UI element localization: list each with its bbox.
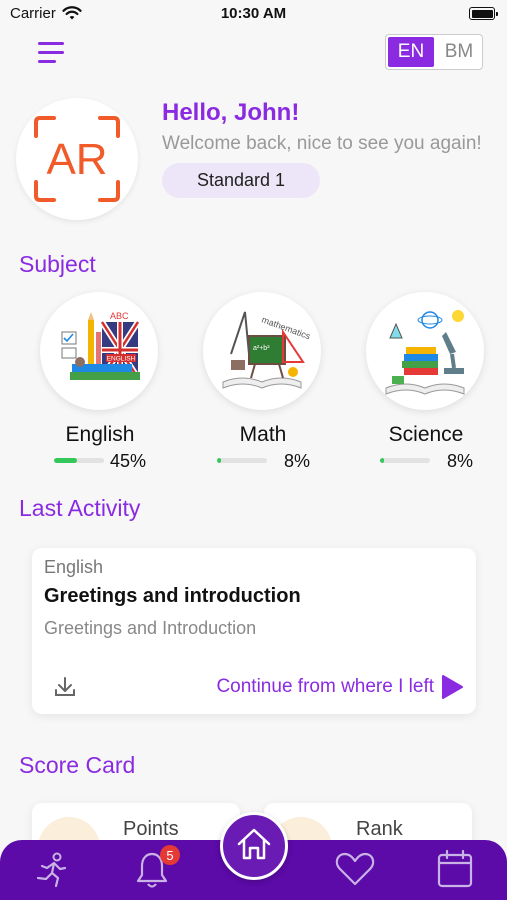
progress-percent: 45% bbox=[110, 451, 147, 471]
progress-percent: 8% bbox=[284, 451, 311, 471]
subject-card-math[interactable]: a²+b² mathematics Math 8% bbox=[183, 292, 343, 472]
progress-fill bbox=[217, 458, 221, 463]
welcome-message: Welcome back, nice to see you again! bbox=[162, 133, 482, 154]
greeting-heading: Hello, John! bbox=[162, 99, 300, 126]
progress-percent: 8% bbox=[447, 451, 474, 471]
subject-card-english[interactable]: ENGLISH ABC English 45% bbox=[20, 292, 180, 472]
status-bar: Carrier 10:30 AM bbox=[0, 0, 507, 28]
subject-card-science[interactable]: Science 8% bbox=[346, 292, 506, 472]
science-illustration bbox=[366, 292, 484, 410]
progress-fill bbox=[54, 458, 77, 463]
last-activity-card[interactable]: English Greetings and introduction Greet… bbox=[32, 548, 476, 714]
hamburger-menu-icon[interactable] bbox=[38, 40, 66, 66]
standard-badge: Standard 1 bbox=[162, 163, 320, 198]
last-activity-title: Last Activity bbox=[19, 495, 141, 521]
clock-time: 10:30 AM bbox=[220, 5, 287, 22]
activity-icon[interactable] bbox=[32, 850, 72, 895]
download-icon[interactable] bbox=[54, 676, 76, 703]
activity-subject: English bbox=[44, 557, 104, 577]
battery-icon bbox=[469, 7, 498, 20]
svg-text:a²+b²: a²+b² bbox=[253, 345, 270, 352]
progress-bar bbox=[380, 458, 430, 463]
home-button[interactable] bbox=[220, 812, 288, 880]
avatar[interactable]: AR bbox=[16, 98, 138, 220]
score-card-title: Score Card bbox=[19, 752, 136, 778]
language-toggle[interactable]: EN BM bbox=[385, 34, 483, 70]
progress-bar bbox=[54, 458, 104, 463]
avatar-initials: AR bbox=[46, 135, 108, 184]
progress-fill bbox=[380, 458, 384, 463]
rank-label: Rank bbox=[356, 818, 403, 840]
heart-icon[interactable] bbox=[334, 850, 376, 893]
progress-bar bbox=[217, 458, 267, 463]
language-en-button[interactable]: EN bbox=[388, 37, 434, 67]
language-bm-button[interactable]: BM bbox=[436, 35, 482, 69]
subject-name: Math bbox=[239, 423, 287, 446]
activity-lesson-subtitle: Greetings and Introduction bbox=[44, 618, 257, 638]
calendar-icon[interactable] bbox=[436, 849, 474, 894]
svg-text:ENGLISH: ENGLISH bbox=[107, 356, 136, 363]
play-icon[interactable] bbox=[440, 674, 464, 705]
subject-name: English bbox=[65, 423, 135, 446]
svg-text:ABC: ABC bbox=[110, 311, 129, 321]
home-icon bbox=[235, 826, 273, 867]
english-illustration: ENGLISH ABC bbox=[40, 292, 158, 410]
subject-section-title: Subject bbox=[19, 251, 96, 277]
activity-lesson-title: Greetings and introduction bbox=[44, 585, 301, 607]
points-label: Points bbox=[123, 818, 179, 840]
notification-badge: 5 bbox=[160, 845, 180, 865]
continue-link[interactable]: Continue from where I left bbox=[216, 676, 434, 698]
math-illustration: a²+b² mathematics bbox=[203, 292, 321, 410]
subject-name: Science bbox=[388, 423, 464, 446]
